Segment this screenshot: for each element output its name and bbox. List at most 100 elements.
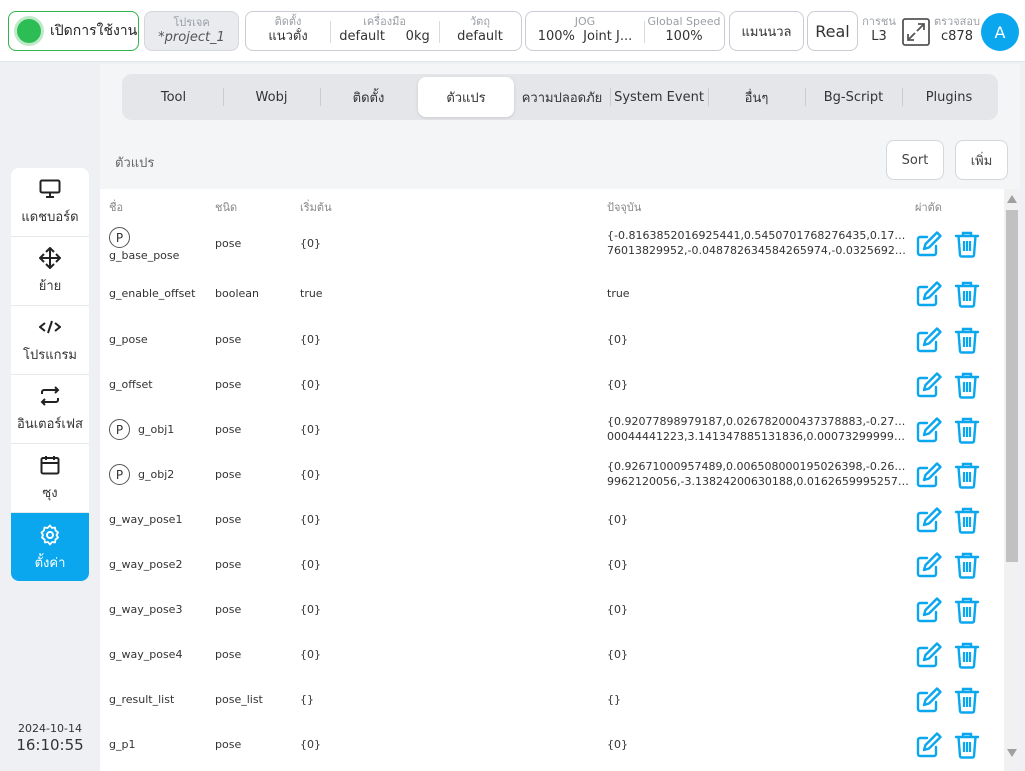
sort-button[interactable]: Sort	[886, 140, 944, 180]
var-name: g_way_pose2	[109, 558, 183, 571]
trash-icon[interactable]	[953, 551, 981, 579]
var-type: pose	[215, 603, 242, 616]
edit-icon[interactable]	[915, 416, 943, 444]
project-selector[interactable]: โปรเจค *project_1	[144, 11, 239, 51]
jog-speed: 100%	[537, 29, 575, 44]
edit-icon[interactable]	[915, 461, 943, 489]
install-status[interactable]: ติดตั้ง แนวตั้ง	[246, 12, 330, 50]
edit-icon[interactable]	[915, 371, 943, 399]
tab-wobj[interactable]: Wobj	[224, 77, 319, 117]
var-initial: {0}	[300, 738, 321, 751]
var-name: g_offset	[109, 378, 153, 391]
var-name-cell: Pg_obj2	[109, 464, 174, 485]
manual-mode-button[interactable]: แมนนวล	[729, 11, 804, 51]
clock: 2024-10-14 16:10:55	[11, 722, 89, 755]
collision-level[interactable]: การชน L3	[862, 15, 896, 46]
scroll-up-arrow-icon[interactable]	[1007, 195, 1017, 203]
edit-icon[interactable]	[915, 686, 943, 714]
edit-icon[interactable]	[915, 731, 943, 759]
var-initial: {}	[300, 693, 314, 706]
table-row: g_offset pose {0} {0}	[100, 362, 1004, 407]
monitor-icon	[38, 177, 62, 201]
table-scrollbar[interactable]	[1004, 189, 1020, 771]
trash-icon[interactable]	[953, 506, 981, 534]
tab-tool[interactable]: Tool	[125, 77, 222, 117]
var-type: pose	[215, 513, 242, 526]
sidebar-item-program[interactable]: โปรแกรม	[11, 306, 89, 375]
global-speed-title: Global Speed	[647, 15, 721, 28]
tool-status[interactable]: เครื่องมือ default 0kg	[330, 12, 439, 50]
tool-payload: 0kg	[405, 29, 430, 44]
tab-system-event[interactable]: System Event	[611, 77, 707, 117]
calendar-icon	[38, 453, 62, 477]
var-initial: {0}	[300, 378, 321, 391]
var-name: g_way_pose3	[109, 603, 183, 616]
var-type: pose	[215, 378, 242, 391]
expand-icon[interactable]	[901, 17, 931, 47]
trash-icon[interactable]	[953, 731, 981, 759]
sidebar-item-move[interactable]: ย้าย	[11, 237, 89, 306]
jog-status[interactable]: JOG 100% Joint J...	[526, 12, 644, 50]
install-tool-wobj-group[interactable]: ติดตั้ง แนวตั้ง เครื่องมือ default 0kg ว…	[245, 11, 522, 51]
var-current: {0}	[607, 603, 628, 616]
trash-icon[interactable]	[953, 461, 981, 489]
var-current-line: {-0.8163852016925441,0.5450701768276435,…	[607, 229, 909, 242]
diagnostics-status[interactable]: ตรวจสอบ c878	[932, 15, 982, 46]
tab-plugins[interactable]: Plugins	[903, 77, 995, 117]
var-current: {-0.8163852016925441,0.5450701768276435,…	[607, 228, 909, 258]
trash-icon[interactable]	[953, 230, 981, 258]
var-current: {0.92671000957489,0.006508000195026398,-…	[607, 459, 909, 489]
install-title: ติดตั้ง	[274, 15, 302, 28]
var-current-line: 76013829952,-0.048782634584265974,-0.032…	[607, 244, 909, 257]
user-avatar[interactable]: A	[981, 13, 1019, 51]
global-speed-status[interactable]: Global Speed 100%	[644, 12, 724, 50]
sidebar-item-label: ซุง	[42, 486, 58, 501]
sidebar-item-settings[interactable]: ตั้งค่า	[11, 513, 89, 581]
tab-other[interactable]: อื่นๆ	[709, 77, 804, 117]
sidebar-item-label: โปรแกรม	[22, 348, 78, 363]
edit-icon[interactable]	[915, 641, 943, 669]
collision-value: L3	[871, 29, 887, 44]
var-current-line: {0.92077898979187,0.026782000437378883,-…	[607, 415, 909, 428]
var-current: {0}	[607, 648, 628, 661]
var-current: {}	[607, 693, 621, 706]
var-name: g_way_pose1	[109, 513, 183, 526]
wobj-status[interactable]: วัตถุ default	[439, 12, 521, 50]
table-row: g_p1 pose {0} {0}	[100, 722, 1004, 767]
var-current: {0}	[607, 513, 628, 526]
var-name: g_base_pose	[109, 249, 180, 262]
sidebar-item-dashboard[interactable]: แดชบอร์ด	[11, 168, 89, 237]
trash-icon[interactable]	[953, 280, 981, 308]
tab-variables[interactable]: ตัวแปร	[418, 77, 514, 117]
trash-icon[interactable]	[953, 641, 981, 669]
collision-title: การชน	[862, 15, 896, 28]
edit-icon[interactable]	[915, 230, 943, 258]
var-type: pose	[215, 237, 242, 250]
tab-install[interactable]: ติดตั้ง	[321, 77, 416, 117]
jog-mode: Joint J...	[583, 29, 633, 44]
sidebar-item-interface[interactable]: อินเตอร์เฟส	[11, 375, 89, 444]
edit-icon[interactable]	[915, 280, 943, 308]
trash-icon[interactable]	[953, 371, 981, 399]
add-variable-button[interactable]: เพิ่ม	[955, 140, 1008, 180]
scroll-down-arrow-icon[interactable]	[1007, 749, 1017, 757]
edit-icon[interactable]	[915, 326, 943, 354]
speed-group[interactable]: JOG 100% Joint J... Global Speed 100%	[525, 11, 725, 51]
trash-icon[interactable]	[953, 596, 981, 624]
edit-icon[interactable]	[915, 551, 943, 579]
tab-safety[interactable]: ความปลอดภัย	[515, 77, 609, 117]
scrollbar-thumb[interactable]	[1006, 210, 1018, 562]
section-title: ตัวแปร	[115, 156, 155, 171]
power-enable-button[interactable]: เปิดการใช้งาน	[8, 11, 139, 51]
real-mode-button[interactable]: Real	[807, 11, 858, 51]
trash-icon[interactable]	[953, 326, 981, 354]
power-status-dot	[17, 19, 41, 43]
var-initial: {0}	[300, 423, 321, 436]
edit-icon[interactable]	[915, 506, 943, 534]
trash-icon[interactable]	[953, 416, 981, 444]
sidebar-item-schedule[interactable]: ซุง	[11, 444, 89, 513]
tab-bg-script[interactable]: Bg-Script	[806, 77, 901, 117]
table-row: Pg_obj1 pose {0} {0.92077898979187,0.026782…	[100, 407, 1004, 452]
trash-icon[interactable]	[953, 686, 981, 714]
edit-icon[interactable]	[915, 596, 943, 624]
